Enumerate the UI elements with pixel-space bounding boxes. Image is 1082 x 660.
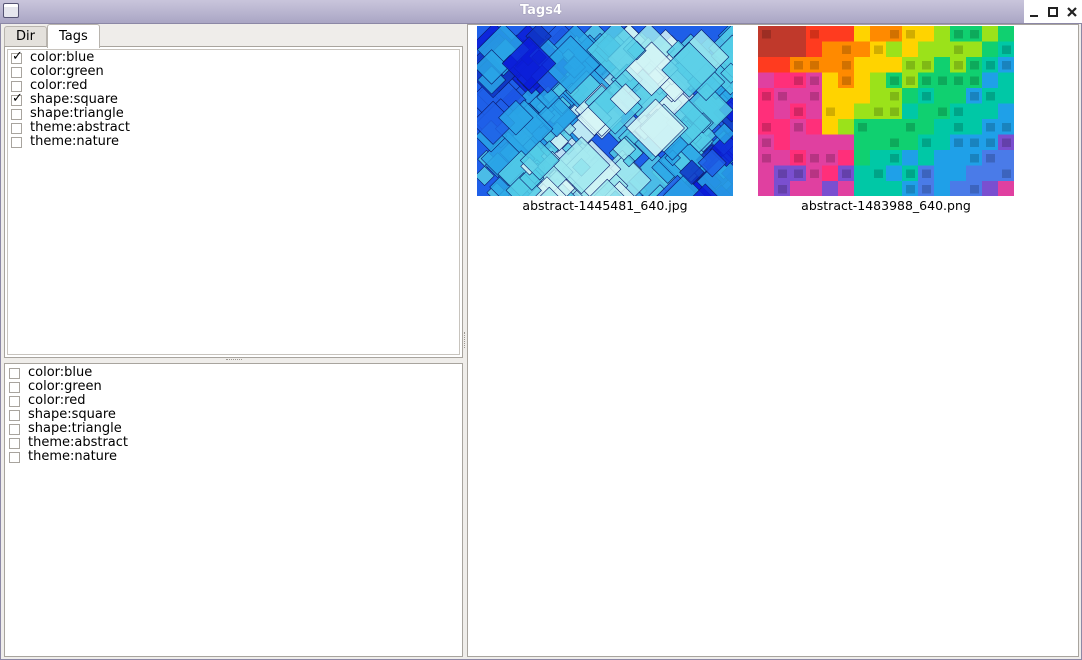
tag-label: shape:square: [30, 92, 118, 107]
splitter-grip-icon: [464, 332, 466, 348]
tag-label: color:blue: [30, 50, 95, 65]
tag-checkbox[interactable]: [11, 108, 22, 120]
tag-item[interactable]: color:green: [11, 65, 130, 79]
tab-dir[interactable]: Dir: [4, 26, 47, 47]
tag-checkbox[interactable]: [11, 80, 22, 92]
selected-tag-list: color:blue color:green color:red shape:squa…: [9, 366, 128, 464]
checkmark-icon: ✓: [12, 90, 23, 106]
tag-label: color:red: [28, 393, 86, 408]
tag-checkbox[interactable]: [9, 395, 20, 407]
tag-list: ✓ color:blue color:green color:red ✓ shape:sq…: [11, 48, 130, 149]
tag-label: theme:abstract: [28, 435, 129, 450]
tag-label: color:red: [30, 78, 88, 93]
tag-item[interactable]: color:red: [11, 79, 130, 93]
tag-item[interactable]: color:green: [9, 380, 128, 394]
tag-item[interactable]: shape:square: [9, 408, 128, 422]
tag-item[interactable]: theme:nature: [11, 135, 130, 149]
tag-checkbox[interactable]: [11, 122, 22, 134]
image-filename: abstract-1483988_640.png: [801, 198, 971, 213]
tag-item[interactable]: color:red: [9, 394, 128, 408]
selected-tags-panel[interactable]: color:blue color:green color:red shape:squa…: [4, 363, 463, 657]
tag-label: theme:nature: [28, 449, 117, 464]
tag-checkbox[interactable]: [9, 423, 20, 435]
close-icon[interactable]: [1064, 4, 1080, 20]
horizontal-splitter[interactable]: [4, 357, 463, 362]
tag-item[interactable]: shape:triangle: [9, 422, 128, 436]
checkmark-icon: ✓: [12, 48, 23, 64]
tag-checkbox[interactable]: [9, 367, 20, 379]
tag-checkbox[interactable]: ✓: [11, 90, 23, 106]
image-thumbnail[interactable]: abstract-1483988_640.png: [758, 26, 1014, 213]
tag-item[interactable]: ✓ color:blue: [11, 48, 130, 65]
tab-bar: Dir Tags: [4, 24, 100, 48]
image-preview: [477, 26, 733, 196]
tag-label: color:green: [30, 64, 104, 79]
tag-item[interactable]: shape:triangle: [11, 107, 130, 121]
tag-item[interactable]: theme:abstract: [9, 436, 128, 450]
tag-checkbox[interactable]: [11, 66, 22, 78]
tag-label: color:green: [28, 379, 102, 394]
maximize-icon[interactable]: [1045, 4, 1061, 20]
tag-label: theme:abstract: [30, 120, 131, 135]
tag-checkbox[interactable]: [9, 409, 20, 421]
image-gallery[interactable]: abstract-1445481_640.jpg abstract-148398…: [467, 24, 1079, 657]
splitter-grip-icon: [225, 358, 242, 361]
tag-label: color:blue: [28, 365, 93, 380]
tag-item[interactable]: theme:abstract: [11, 121, 130, 135]
tag-item[interactable]: ✓ shape:square: [11, 90, 130, 107]
tag-label: shape:square: [28, 407, 116, 422]
tag-label: shape:triangle: [30, 106, 124, 121]
title-bar[interactable]: Tags4: [0, 0, 1082, 24]
image-thumbnail[interactable]: abstract-1445481_640.jpg: [477, 26, 733, 213]
tag-checkbox[interactable]: [11, 136, 22, 148]
tag-label: shape:triangle: [28, 421, 122, 436]
tag-checkbox[interactable]: [9, 451, 20, 463]
image-filename: abstract-1445481_640.jpg: [522, 198, 688, 213]
minimize-icon[interactable]: [1026, 4, 1042, 20]
tag-checkbox[interactable]: ✓: [11, 48, 23, 64]
tab-tags[interactable]: Tags: [46, 24, 100, 48]
tag-item[interactable]: color:blue: [9, 366, 128, 380]
window-title: Tags4: [519, 3, 563, 18]
tag-item[interactable]: theme:nature: [9, 450, 128, 464]
tag-checkbox[interactable]: [9, 437, 20, 449]
tag-panel[interactable]: ✓ color:blue color:green color:red ✓ shape:sq…: [4, 46, 463, 358]
tag-checkbox[interactable]: [9, 381, 20, 393]
window-controls: [1024, 0, 1082, 23]
image-preview: [758, 26, 1014, 196]
tag-label: theme:nature: [30, 134, 119, 149]
